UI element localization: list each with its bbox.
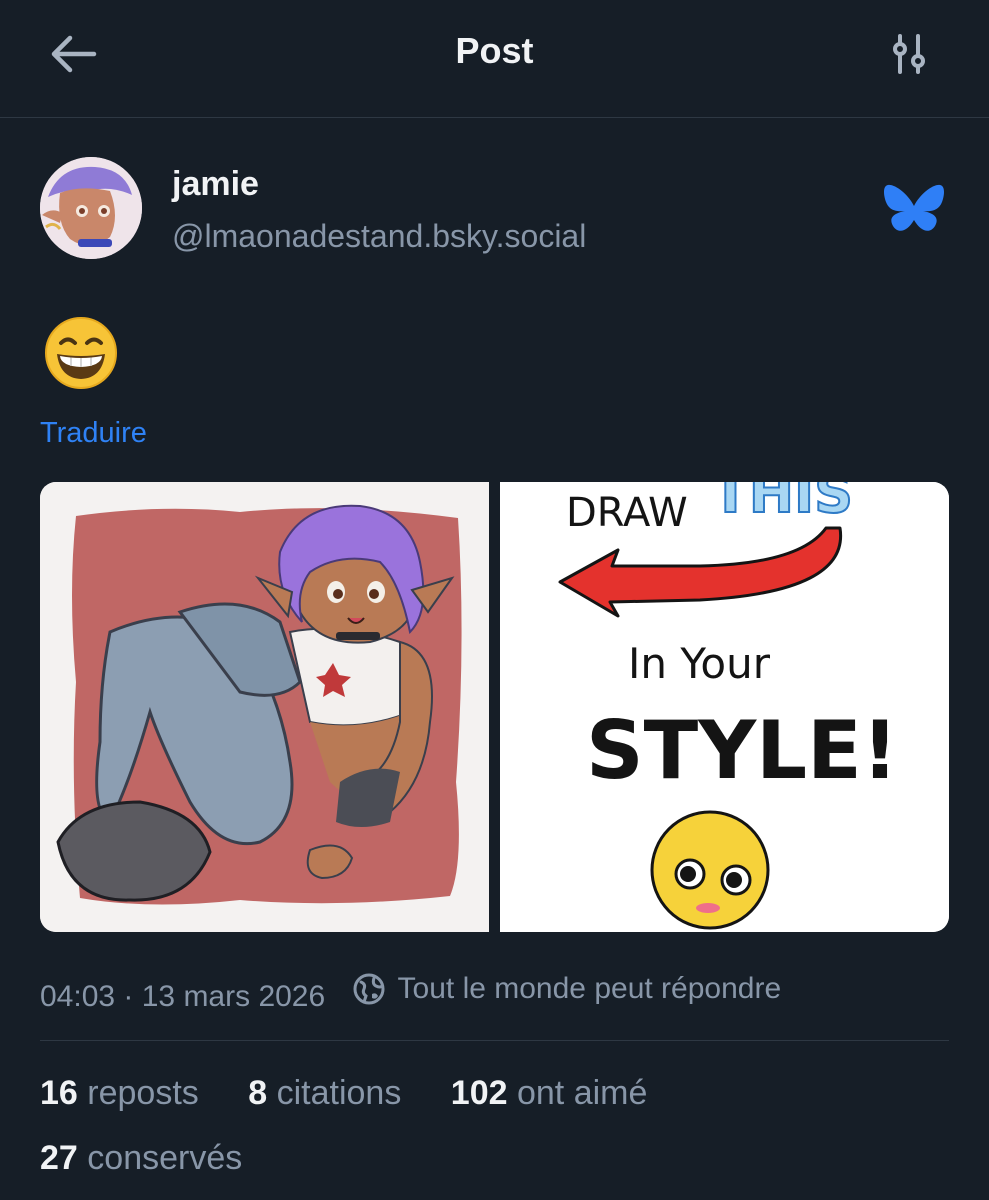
quotes-stat[interactable]: 8 citations bbox=[248, 1074, 401, 1113]
translate-link[interactable]: Traduire bbox=[40, 417, 147, 450]
post-meta: 04:03 · 13 mars 2026 Tout le monde peut … bbox=[40, 972, 781, 1014]
avatar[interactable] bbox=[40, 157, 142, 259]
meme-text-this: THIS bbox=[712, 482, 853, 525]
reposts-stat[interactable]: 16 reposts bbox=[40, 1074, 199, 1113]
grinning-face-icon bbox=[44, 316, 118, 390]
top-bar: Post bbox=[0, 0, 989, 118]
post-timestamp: 04:03 · 13 mars 2026 bbox=[40, 980, 326, 1013]
author-display-name[interactable]: jamie bbox=[172, 165, 259, 204]
reply-setting-label: Tout le monde peut répondre bbox=[397, 972, 782, 1005]
likes-stat[interactable]: 102 ont aimé bbox=[451, 1074, 648, 1113]
avatar-image bbox=[40, 157, 142, 259]
saves-stat[interactable]: 27 conservés bbox=[40, 1139, 242, 1178]
divider bbox=[40, 1040, 949, 1041]
engagement-stats-row-2: 27 conservés bbox=[40, 1139, 282, 1178]
page-title: Post bbox=[455, 30, 534, 71]
reply-setting[interactable]: Tout le monde peut répondre bbox=[352, 972, 782, 1006]
meme-text-in-your: In Your bbox=[628, 639, 771, 688]
sliders-icon bbox=[893, 34, 925, 74]
author-handle[interactable]: @lmaonadestand.bsky.social bbox=[172, 218, 586, 255]
globe-icon bbox=[353, 973, 385, 1005]
post-image-left[interactable] bbox=[40, 482, 489, 932]
post-image-right[interactable]: DRAW THIS In Your STYLE! bbox=[500, 482, 949, 932]
post-media: DRAW THIS In Your STYLE! bbox=[40, 482, 949, 932]
bluesky-butterfly-icon bbox=[883, 182, 945, 236]
thread-settings-button[interactable] bbox=[886, 32, 934, 76]
engagement-stats-row-1: 16 reposts 8 citations 102 ont aimé bbox=[40, 1074, 687, 1113]
meme-text-style: STYLE! bbox=[586, 704, 898, 797]
meme-text-draw: DRAW bbox=[566, 490, 688, 536]
